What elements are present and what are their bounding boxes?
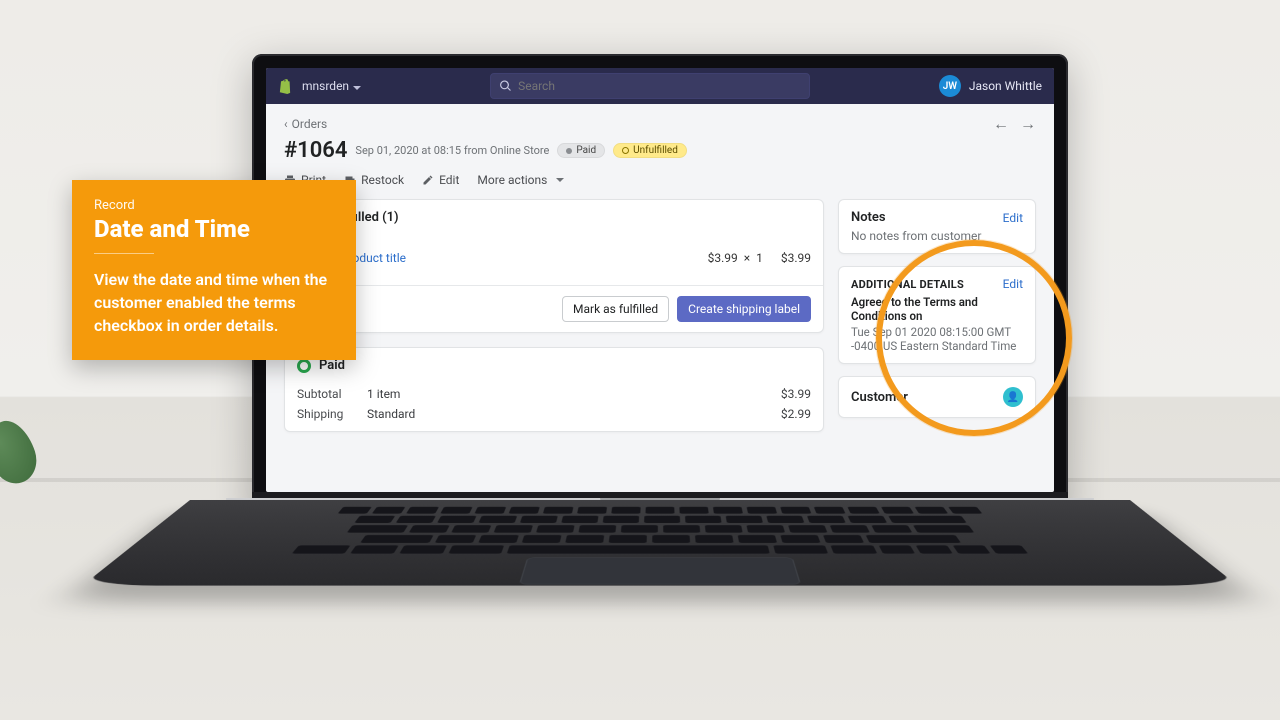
subtotal-amount: $3.99 xyxy=(781,387,811,401)
breadcrumb-label: Orders xyxy=(292,117,328,131)
shipping-label: Shipping xyxy=(297,407,367,421)
user-name: Jason Whittle xyxy=(969,79,1042,93)
payment-header: Paid xyxy=(319,358,345,373)
unit-price: $3.99 × 1 xyxy=(708,251,763,265)
promo-divider xyxy=(94,253,154,254)
breadcrumb-row: ‹ Orders ← → xyxy=(284,114,1036,134)
notes-edit-link[interactable]: Edit xyxy=(1003,211,1023,225)
customer-card: Customer 👤 xyxy=(838,376,1036,418)
app-screen: mnsrden JW Jason Whittle ‹ Orders xyxy=(266,68,1054,492)
topbar: mnsrden JW Jason Whittle xyxy=(266,68,1054,104)
additional-details-key: Agreed to the Terms and Conditions on xyxy=(851,295,1023,323)
notes-empty-text: No notes from customer xyxy=(851,229,1023,243)
shopify-logo-icon xyxy=(278,78,292,94)
promo-title: Date and Time xyxy=(94,215,336,243)
promo-overlay-card: Record Date and Time View the date and t… xyxy=(72,180,356,360)
subtotal-desc: 1 item xyxy=(367,387,781,401)
more-actions[interactable]: More actions xyxy=(477,173,564,187)
additional-details-title: ADDITIONAL DETAILS xyxy=(851,278,964,291)
shipping-desc: Standard xyxy=(367,407,781,421)
chevron-down-icon xyxy=(556,178,564,182)
laptop-keyboard-deck xyxy=(190,500,1130,710)
trackpad xyxy=(519,558,801,585)
chevron-down-icon xyxy=(353,86,361,90)
order-id: #1064 xyxy=(284,138,347,163)
next-order-arrow[interactable]: → xyxy=(1020,114,1036,133)
laptop-mockup: mnsrden JW Jason Whittle ‹ Orders xyxy=(252,54,1068,520)
search-icon xyxy=(499,79,512,93)
additional-details-value: Tue Sep 01 2020 08:15:00 GMT -0400 US Ea… xyxy=(851,325,1023,353)
fulfillment-card: Unfulfilled (1) 1 Product title $3.99 × … xyxy=(284,199,824,333)
order-actions: Print Restock Edit More actions xyxy=(284,173,1036,187)
paid-badge: Paid xyxy=(557,143,605,158)
page-title-row: #1064 Sep 01, 2020 at 08:15 from Online … xyxy=(284,138,1036,163)
notes-title: Notes xyxy=(851,210,886,225)
line-total: $3.99 xyxy=(781,251,811,265)
line-item-row: 1 Product title $3.99 × 1 $3.99 xyxy=(285,235,823,285)
additional-details-card: ADDITIONAL DETAILS Edit Agreed to the Te… xyxy=(838,266,1036,364)
shipping-amount: $2.99 xyxy=(781,407,811,421)
subtotal-label: Subtotal xyxy=(297,387,367,401)
chevron-left-icon: ‹ xyxy=(284,117,288,131)
store-switcher[interactable]: mnsrden xyxy=(302,79,361,93)
global-search[interactable] xyxy=(490,73,810,99)
unfulfilled-badge: Unfulfilled xyxy=(613,143,687,158)
prev-order-arrow[interactable]: ← xyxy=(993,114,1009,133)
mark-as-fulfilled-button[interactable]: Mark as fulfilled xyxy=(562,296,669,322)
create-shipping-label-button[interactable]: Create shipping label xyxy=(677,296,811,322)
search-input[interactable] xyxy=(518,79,801,93)
edit-action[interactable]: Edit xyxy=(422,173,459,187)
promo-body: View the date and time when the customer… xyxy=(94,268,336,338)
customer-title: Customer xyxy=(851,390,908,405)
customer-avatar-icon[interactable]: 👤 xyxy=(1003,387,1023,407)
pencil-icon xyxy=(422,174,434,186)
user-menu[interactable]: JW Jason Whittle xyxy=(939,75,1042,97)
avatar: JW xyxy=(939,75,961,97)
paid-status-icon xyxy=(297,359,311,373)
back-to-orders[interactable]: ‹ Orders xyxy=(284,117,327,131)
payment-card: Paid Subtotal 1 item $3.99 Shipping Stan… xyxy=(284,347,824,432)
decorative-plant xyxy=(0,420,50,500)
notes-card: Notes Edit No notes from customer xyxy=(838,199,1036,254)
promo-tag: Record xyxy=(94,198,336,213)
additional-details-edit-link[interactable]: Edit xyxy=(1003,277,1023,291)
order-pager: ← → xyxy=(985,114,1036,134)
order-timestamp: Sep 01, 2020 at 08:15 from Online Store xyxy=(355,144,549,157)
